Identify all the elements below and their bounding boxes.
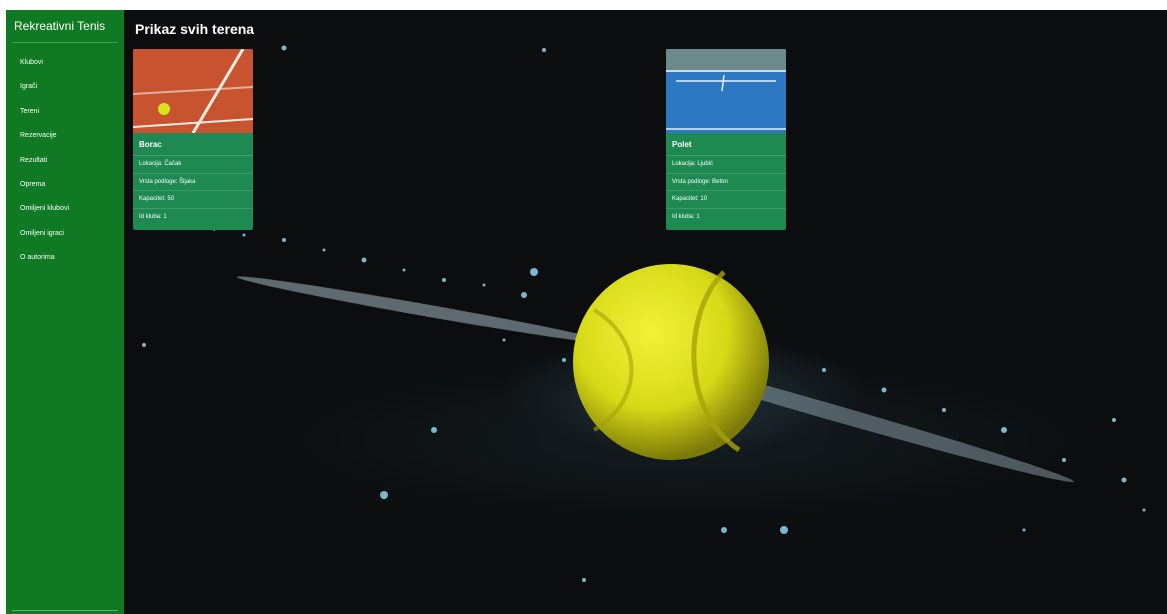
card-title: Polet [666, 133, 786, 156]
hard-court-image [666, 49, 786, 133]
sidebar-item-oprema[interactable]: Oprema [12, 173, 118, 197]
sidebar-item-klubovi[interactable]: Klubovi [12, 51, 118, 75]
sidebar-item-rezultati[interactable]: Rezultati [12, 149, 118, 173]
sidebar-divider [12, 610, 118, 611]
court-card-borac[interactable]: Borac Lokacija: Čačak Vrsta podloge: Šlj… [133, 49, 253, 230]
sidebar-item-tereni[interactable]: Tereni [12, 100, 118, 124]
card-capacity: Kapacitet: 50 [133, 191, 253, 209]
brand-title[interactable]: Rekreativni Tenis [12, 10, 118, 43]
sidebar-item-omiljeni-klubovi[interactable]: Omiljeni klubovi [12, 197, 118, 221]
card-surface: Vrsta podloge: Beton [666, 174, 786, 191]
sidebar-item-o-autorima[interactable]: O autorima [12, 246, 118, 270]
app-frame: Rekreativni Tenis Klubovi Igrači Tereni … [6, 10, 1167, 614]
sidebar-item-omiljeni-igraci[interactable]: Omiljeni igraci [12, 222, 118, 246]
card-surface: Vrsta podloge: Šljaka [133, 174, 253, 191]
sidebar-item-rezervacije[interactable]: Rezervacije [12, 124, 118, 148]
clay-court-image [133, 49, 253, 133]
sidebar: Rekreativni Tenis Klubovi Igrači Tereni … [6, 10, 124, 614]
card-capacity: Kapacitet: 10 [666, 191, 786, 209]
card-club-id: Id kluba: 1 [672, 213, 700, 220]
card-location: Lokacija: Čačak [133, 156, 253, 174]
tennis-ball-background [142, 45, 1146, 582]
page-title: Prikaz svih terena [135, 21, 255, 37]
sidebar-item-igraci[interactable]: Igrači [12, 75, 118, 99]
tennis-ball [573, 264, 769, 460]
card-title: Borac [133, 133, 253, 156]
card-club-id: Id kluba: 1 [139, 213, 167, 220]
card-location: Lokacija: Ljubić [666, 156, 786, 174]
main-content: Prikaz svih terena Borac Lokacija: Čačak… [124, 10, 1167, 614]
court-card-polet[interactable]: Polet Lokacija: Ljubić Vrsta podloge: Be… [666, 49, 786, 230]
sidebar-nav: Klubovi Igrači Tereni Rezervacije Rezult… [12, 51, 118, 271]
